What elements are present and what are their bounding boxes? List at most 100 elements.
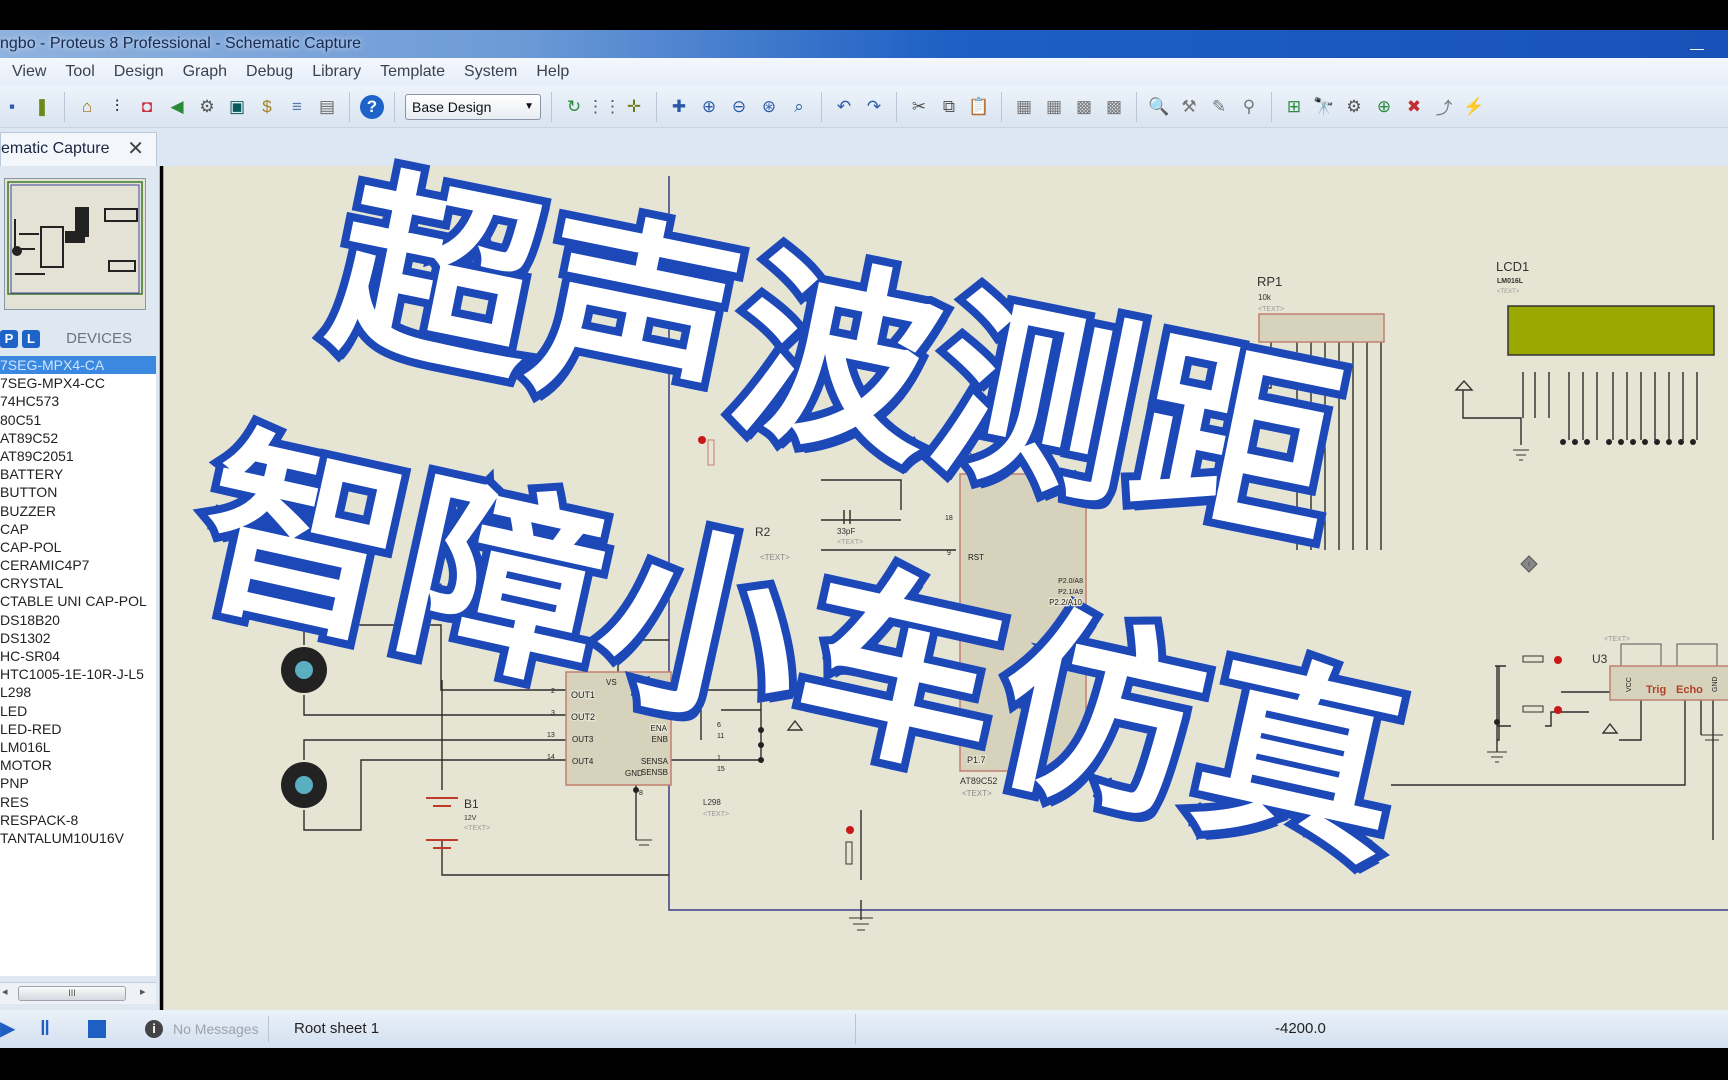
bom-icon[interactable]: $ <box>255 95 279 119</box>
block-rotate-icon[interactable]: ▩ <box>1072 95 1096 119</box>
origin-icon[interactable]: ✛ <box>622 95 646 119</box>
scroll-right-icon[interactable]: ▸ <box>140 985 146 998</box>
menu-view[interactable]: View <box>12 58 46 86</box>
device-list-item[interactable]: 74HC573 <box>0 392 156 410</box>
scroll-left-icon[interactable]: ◂ <box>2 985 8 998</box>
device-list-item[interactable]: 7SEG-MPX4-CC <box>0 374 156 392</box>
device-list-item[interactable]: CERAMIC4P7 <box>0 556 156 574</box>
import-icon[interactable]: ❚ <box>30 95 54 119</box>
schematic-icon[interactable]: ⫶ <box>105 95 129 119</box>
menu-design[interactable]: Design <box>114 58 164 86</box>
device-list-item[interactable]: 80C51 <box>0 411 156 429</box>
overview-window[interactable] <box>4 178 146 310</box>
device-list-item[interactable]: HC-SR04 <box>0 647 156 665</box>
device-list-item[interactable]: BUZZER <box>0 502 156 520</box>
search-icon[interactable]: 🔭 <box>1312 95 1336 119</box>
make-device-icon[interactable]: ⚒ <box>1177 95 1201 119</box>
message-status[interactable]: No Messages <box>173 1010 259 1048</box>
package-icon[interactable]: ✎ <box>1207 95 1231 119</box>
menu-template[interactable]: Template <box>380 58 445 86</box>
zoom-in-icon[interactable]: ⊕ <box>697 95 721 119</box>
device-list-item[interactable]: RES <box>0 793 156 811</box>
refresh-icon[interactable]: ↻ <box>562 95 586 119</box>
reset-button[interactable] <box>845 826 873 931</box>
device-list: 7SEG-MPX4-CA 7SEG-MPX4-CC 74HC573 80C51 AT89… <box>0 356 156 976</box>
device-list-item[interactable]: AT89C52 <box>0 429 156 447</box>
3d-icon[interactable]: ⚙ <box>195 95 219 119</box>
device-list-item[interactable]: LM016L <box>0 738 156 756</box>
erc-icon[interactable]: ⚡ <box>1462 95 1486 119</box>
close-icon[interactable]: ✕ <box>127 133 144 165</box>
block-delete-icon[interactable]: ▩ <box>1102 95 1126 119</box>
lcd1[interactable]: LCD1 LM016L <TEXT> <box>1496 259 1715 461</box>
help-icon[interactable]: ? <box>360 94 384 119</box>
device-list-item[interactable]: 7SEG-MPX4-CA <box>0 356 156 375</box>
exit-to-parent-icon[interactable]: ⤴ <box>1432 95 1456 119</box>
source-icon[interactable]: ▣ <box>225 95 249 119</box>
new-sheet-icon[interactable]: ⊕ <box>1372 95 1396 119</box>
device-list-item[interactable]: CTABLE UNI CAP-POL <box>0 592 156 610</box>
device-list-item[interactable]: HTC1005-1E-10R-J-L5 <box>0 665 156 683</box>
tab-schematic-capture[interactable]: ematic Capture ✕ <box>0 132 157 166</box>
block-copy-icon[interactable]: ▦ <box>1012 95 1036 119</box>
pick-device-icon[interactable]: 🔍 <box>1147 95 1171 119</box>
netlist-icon[interactable]: ≡ <box>285 95 309 119</box>
device-list-item[interactable]: MOTOR <box>0 756 156 774</box>
play-icon[interactable]: ▶ <box>0 1018 15 1040</box>
cut-icon[interactable]: ✂ <box>907 95 931 119</box>
pan-icon[interactable]: ✚ <box>667 95 691 119</box>
device-list-item[interactable]: DS1302 <box>0 629 156 647</box>
menu-library[interactable]: Library <box>312 58 361 86</box>
remove-sheet-icon[interactable]: ✖ <box>1402 95 1426 119</box>
wire-autorouter-icon[interactable]: ⊞ <box>1282 95 1306 119</box>
menu-debug[interactable]: Debug <box>246 58 293 86</box>
u3-hc-sr04[interactable]: U3 <TEXT> VCC Trig Echo GND <box>1592 636 1728 701</box>
device-list-item[interactable]: LED <box>0 702 156 720</box>
menu-graph[interactable]: Graph <box>183 58 227 86</box>
device-list-item[interactable]: LED-RED <box>0 720 156 738</box>
pin-number: 14 <box>547 754 555 761</box>
sheet-name: Root sheet 1 <box>294 1020 380 1037</box>
gerber-icon[interactable]: ◀ <box>165 95 189 119</box>
menu-help[interactable]: Help <box>536 58 569 86</box>
battery-b1[interactable]: B1 12V <TEXT> <box>426 797 490 849</box>
device-list-item[interactable]: DS18B20 <box>0 611 156 629</box>
scroll-thumb[interactable]: III <box>18 986 126 1001</box>
paste-icon[interactable]: 📋 <box>967 95 991 119</box>
lcd1-value: LM016L <box>1497 278 1524 285</box>
menu-system[interactable]: System <box>464 58 517 86</box>
zoom-all-icon[interactable]: ⊛ <box>757 95 781 119</box>
device-list-item[interactable]: CRYSTAL <box>0 574 156 592</box>
device-list-item[interactable]: RESPACK-8 <box>0 811 156 829</box>
grid-icon[interactable]: ⋮⋮ <box>587 95 621 119</box>
property-tool-icon[interactable]: ⚙ <box>1342 95 1366 119</box>
motor-2[interactable] <box>281 762 327 808</box>
design-layer-select[interactable]: Base Design ▼ <box>405 93 541 120</box>
zoom-out-icon[interactable]: ⊖ <box>727 95 751 119</box>
undo-icon[interactable]: ↶ <box>832 95 856 119</box>
pause-icon[interactable]: ‖ <box>40 1019 50 1039</box>
menu-tool[interactable]: Tool <box>65 58 94 86</box>
copy-icon[interactable]: ⧉ <box>937 95 961 119</box>
device-list-item[interactable]: TANTALUM10U16V <box>0 829 156 847</box>
device-list-item[interactable]: AT89C2051 <box>0 447 156 465</box>
device-list-item[interactable]: PNP <box>0 774 156 792</box>
pick-devices-button[interactable]: P <box>0 330 18 348</box>
library-manager-button[interactable]: L <box>22 330 40 348</box>
device-list-item[interactable]: L298 <box>0 683 156 701</box>
device-list-item[interactable]: BUTTON <box>0 483 156 501</box>
report-icon[interactable]: ▤ <box>315 95 339 119</box>
device-list-item[interactable]: CAP <box>0 520 156 538</box>
device-list-item[interactable]: BATTERY <box>0 465 156 483</box>
minimize-icon[interactable]: — <box>1686 34 1708 56</box>
device-list-scrollbar[interactable]: ◂ III ▸ <box>0 982 156 1004</box>
zoom-area-icon[interactable]: ⌕ <box>787 95 811 119</box>
block-move-icon[interactable]: ▦ <box>1042 95 1066 119</box>
redo-icon[interactable]: ↷ <box>862 95 886 119</box>
save-icon[interactable]: ▪ <box>0 95 24 119</box>
pcb-icon[interactable]: ◘ <box>135 95 159 119</box>
home-icon[interactable]: ⌂ <box>75 95 99 119</box>
decompose-icon[interactable]: ⚲ <box>1237 95 1261 119</box>
stop-icon[interactable] <box>88 1020 106 1038</box>
device-list-item[interactable]: CAP-POL <box>0 538 156 556</box>
